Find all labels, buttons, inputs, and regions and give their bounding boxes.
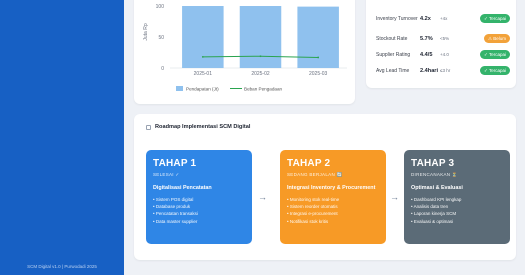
- kpi-row: Supplier Rating 4.4/5 +4.0 ✓ Tercapai: [376, 50, 510, 59]
- stage-subtitle: Integrasi Inventory & Procurement: [287, 185, 376, 191]
- stage-item: Monitoring stok real-time: [287, 196, 379, 203]
- roadmap-card: Roadmap Implementasi SCM Digital TAHAP 1…: [134, 114, 516, 260]
- stage-item: Integrasi e-procurement: [287, 210, 379, 217]
- kpi-row: Stockout Rate 5.7% <5% ⚠ Belum: [376, 34, 510, 43]
- kpi-target: ≤3 hr: [440, 68, 451, 73]
- kpi-target: <5%: [440, 36, 450, 41]
- y-tick-label: 50: [158, 35, 164, 41]
- kpi-value: 4.4/5: [420, 51, 433, 58]
- stage-title: TAHAP 3: [411, 158, 455, 169]
- kpi-target: +4x: [440, 16, 448, 21]
- stage-title: TAHAP 1: [153, 158, 197, 169]
- kpi-name: Stockout Rate: [376, 35, 408, 42]
- kpi-name: Inventory Turnover: [376, 15, 418, 22]
- arrow-right-icon: →: [390, 192, 399, 202]
- bar: [239, 6, 282, 68]
- revenue-chart: Juta Rp 100 50 0 2025-01 2025-02 2025-03 Pen…: [143, 4, 347, 92]
- stage-items: Monitoring stok real-time Sistem reorder…: [287, 196, 379, 225]
- stage-card-1: TAHAP 1 SELESAI ✓ Digitalisasi Pencatata…: [146, 150, 252, 244]
- x-tick-label: 2025-01: [194, 71, 213, 77]
- kpi-status-badge: ✓ Tercapai: [480, 66, 510, 75]
- kpi-name: Supplier Rating: [376, 51, 411, 58]
- stage-subtitle: Optimasi & Evaluasi: [411, 185, 463, 191]
- kpi-value: 4.2x: [420, 15, 431, 22]
- legend-bar-swatch: [176, 86, 183, 91]
- kpi-card: Inventory Turnover 4.2x +4x ✓ Tercapai Stock…: [366, 0, 516, 88]
- line-point: [259, 55, 262, 58]
- kpi-status-badge: ⚠ Belum: [483, 34, 510, 43]
- x-tick-label: 2025-03: [309, 71, 328, 77]
- y-axis-label: Juta Rp: [143, 23, 149, 40]
- legend-line-label: Beban Pengadaan: [244, 87, 283, 92]
- stage-card-2: TAHAP 2 SEDANG BERJALAN 🔄 Integrasi Inve…: [280, 150, 386, 244]
- stage-item: Laporan kinerja SCM: [411, 210, 503, 217]
- x-tick-label: 2025-02: [251, 71, 270, 77]
- stage-item: Dashboard KPI lengkap: [411, 196, 503, 203]
- stage-item: Data master supplier: [153, 218, 245, 225]
- stage-subtitle: Digitalisasi Pencatatan: [153, 185, 212, 191]
- kpi-name: Avg Lead Time: [376, 67, 410, 74]
- sidebar-footer: SCM Digital v1.0 | Purwodadi 2025: [27, 264, 97, 269]
- stage-items: Dashboard KPI lengkap Analisis data tren…: [411, 196, 503, 225]
- stage-item: Sistem POS digital: [153, 196, 245, 203]
- kpi-value: 2.4hari: [420, 67, 439, 74]
- line-point: [201, 55, 204, 58]
- stage-item: Analisis data tren: [411, 203, 503, 210]
- roadmap-title: Roadmap Implementasi SCM Digital: [155, 124, 251, 130]
- stage-item: Evaluasi & optimasi: [411, 218, 503, 225]
- stage-item: Database produk: [153, 203, 245, 210]
- map-icon: [146, 124, 151, 130]
- roadmap-header: Roadmap Implementasi SCM Digital: [146, 124, 250, 130]
- arrow-right-icon: →: [258, 192, 267, 202]
- chart-card: Juta Rp 100 50 0 2025-01 2025-02 2025-03 Pen…: [134, 0, 355, 104]
- kpi-status-badge: ✓ Tercapai: [480, 14, 510, 23]
- stage-item: Pencatatan transaksi: [153, 210, 245, 217]
- legend-bar-label: Pendapatan (Jt): [186, 87, 219, 92]
- stage-status: SELESAI ✓: [153, 172, 180, 177]
- bar: [297, 6, 339, 69]
- kpi-row: Avg Lead Time 2.4hari ≤3 hr ✓ Tercapai: [376, 66, 510, 75]
- stage-status: SEDANG BERJALAN 🔄: [287, 172, 343, 177]
- stage-status: DIRENCANAKAN ⏳: [411, 172, 458, 177]
- kpi-value: 5.7%: [420, 35, 433, 42]
- kpi-status-badge: ✓ Tercapai: [480, 50, 510, 59]
- stage-title: TAHAP 2: [287, 158, 331, 169]
- bar: [182, 6, 224, 68]
- stage-item: Sistem reorder otomatis: [287, 203, 379, 210]
- y-tick-label: 0: [161, 66, 164, 72]
- sidebar: SCM Digital v1.0 | Purwodadi 2025: [0, 0, 124, 275]
- y-tick-label: 100: [156, 4, 165, 10]
- stage-items: Sistem POS digital Database produk Penca…: [153, 196, 245, 225]
- kpi-row: Inventory Turnover 4.2x +4x ✓ Tercapai: [376, 14, 510, 23]
- kpi-target: +4.0: [440, 52, 449, 57]
- line-point: [317, 56, 320, 59]
- stage-item: Notifikasi stok kritis: [287, 218, 379, 225]
- stage-card-3: TAHAP 3 DIRENCANAKAN ⏳ Optimasi & Evalua…: [404, 150, 510, 244]
